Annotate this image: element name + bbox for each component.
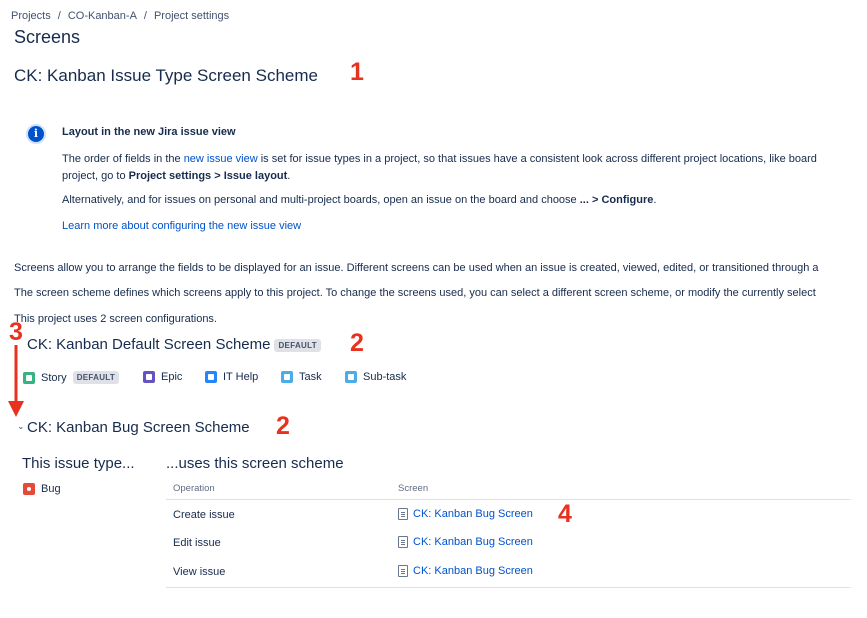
info-text: . xyxy=(287,170,291,182)
annotation-2: 2 xyxy=(276,412,290,440)
new-issue-view-link[interactable]: new issue view xyxy=(184,153,258,165)
operation-create-issue: Create issue xyxy=(173,509,235,521)
it-help-icon xyxy=(205,371,217,383)
story-icon xyxy=(23,371,35,384)
info-bold-text: Project settings > Issue layout xyxy=(128,170,288,182)
issue-type-bug: Bug xyxy=(23,483,61,495)
screen-link-create[interactable]: CK: Kanban Bug Screen xyxy=(413,508,533,520)
epic-icon xyxy=(143,371,155,383)
default-scheme-title: CK: Kanban Default Screen Scheme DEFAULT xyxy=(27,336,321,353)
column-header-operation: Operation xyxy=(173,483,215,494)
table-row-screen: CK: Kanban Bug Screen xyxy=(398,536,533,548)
breadcrumb: Projects / CO-Kanban-A / Project settings xyxy=(11,10,229,22)
issue-type-label: Bug xyxy=(41,483,61,495)
default-badge: DEFAULT xyxy=(274,338,321,352)
default-badge: DEFAULT xyxy=(72,371,120,384)
info-text: . xyxy=(653,194,657,206)
info-text: Alternatively, and for issues on persona… xyxy=(62,194,580,206)
breadcrumb-project-settings[interactable]: Project settings xyxy=(154,10,229,22)
task-icon xyxy=(281,371,293,383)
breadcrumb-separator: / xyxy=(57,10,61,22)
issue-type-label: Task xyxy=(299,371,322,383)
info-title: Layout in the new Jira issue view xyxy=(62,126,236,138)
table-row-screen: CK: Kanban Bug Screen xyxy=(398,565,533,577)
issue-type-label: Epic xyxy=(161,371,183,383)
subtask-icon xyxy=(345,371,357,383)
info-paragraph-1: The order of fields in the new issue vie… xyxy=(62,151,817,185)
learn-more-link[interactable]: Learn more about configuring the new iss… xyxy=(62,220,301,232)
annotation-4: 4 xyxy=(558,500,572,528)
info-text: The order of fields in the xyxy=(62,153,184,165)
description-scheme: The screen scheme defines which screens … xyxy=(14,287,816,299)
info-paragraph-2: Alternatively, and for issues on persona… xyxy=(62,192,656,209)
info-bold-text: ... > Configure xyxy=(579,194,654,206)
bug-icon xyxy=(23,483,35,495)
issue-type-subtask: Sub-task xyxy=(345,371,406,383)
operation-edit-issue: Edit issue xyxy=(173,537,221,549)
learn-more-row: Learn more about configuring the new iss… xyxy=(62,218,301,235)
table-bottom-divider xyxy=(166,587,851,588)
column-header-screen: Screen xyxy=(398,483,429,494)
breadcrumb-separator: / xyxy=(143,10,147,22)
screen-link-edit[interactable]: CK: Kanban Bug Screen xyxy=(413,536,533,548)
screen-scheme-column-heading: ...uses this screen scheme xyxy=(166,455,344,472)
issue-type-it-help: IT Help xyxy=(205,371,258,383)
screen-icon xyxy=(398,536,408,548)
default-scheme-name: CK: Kanban Default Screen Scheme xyxy=(27,336,271,353)
scheme-title: CK: Kanban Issue Type Screen Scheme xyxy=(14,66,318,85)
issue-type-epic: Epic xyxy=(143,371,182,383)
screen-link-view[interactable]: CK: Kanban Bug Screen xyxy=(413,565,533,577)
screen-icon xyxy=(398,508,408,520)
info-text: is set for issue types in a project, so … xyxy=(257,153,817,165)
breadcrumb-projects[interactable]: Projects xyxy=(11,10,51,22)
bug-scheme-title[interactable]: CK: Kanban Bug Screen Scheme xyxy=(27,419,250,436)
issue-type-story: Story DEFAULT xyxy=(23,371,120,384)
issue-type-column-heading: This issue type... xyxy=(22,455,135,472)
operation-view-issue: View issue xyxy=(173,566,226,578)
table-row-screen: CK: Kanban Bug Screen xyxy=(398,508,533,520)
description-count: This project uses 2 screen configuration… xyxy=(14,313,217,325)
issue-type-task: Task xyxy=(281,371,322,383)
screen-icon xyxy=(398,565,408,577)
chevron-down-icon[interactable]: ⌄ xyxy=(17,421,25,432)
issue-type-label: Story xyxy=(41,371,67,384)
page-title: Screens xyxy=(14,27,81,47)
info-text: project, go to xyxy=(62,170,129,182)
table-header-divider xyxy=(166,499,851,500)
annotation-1: 1 xyxy=(350,58,364,86)
breadcrumb-project[interactable]: CO-Kanban-A xyxy=(68,10,137,22)
issue-type-label: Sub-task xyxy=(363,371,407,383)
issue-type-label: IT Help xyxy=(223,371,259,383)
description-screens: Screens allow you to arrange the fields … xyxy=(14,262,819,274)
info-icon: i xyxy=(26,124,46,144)
annotation-2: 2 xyxy=(350,329,364,357)
